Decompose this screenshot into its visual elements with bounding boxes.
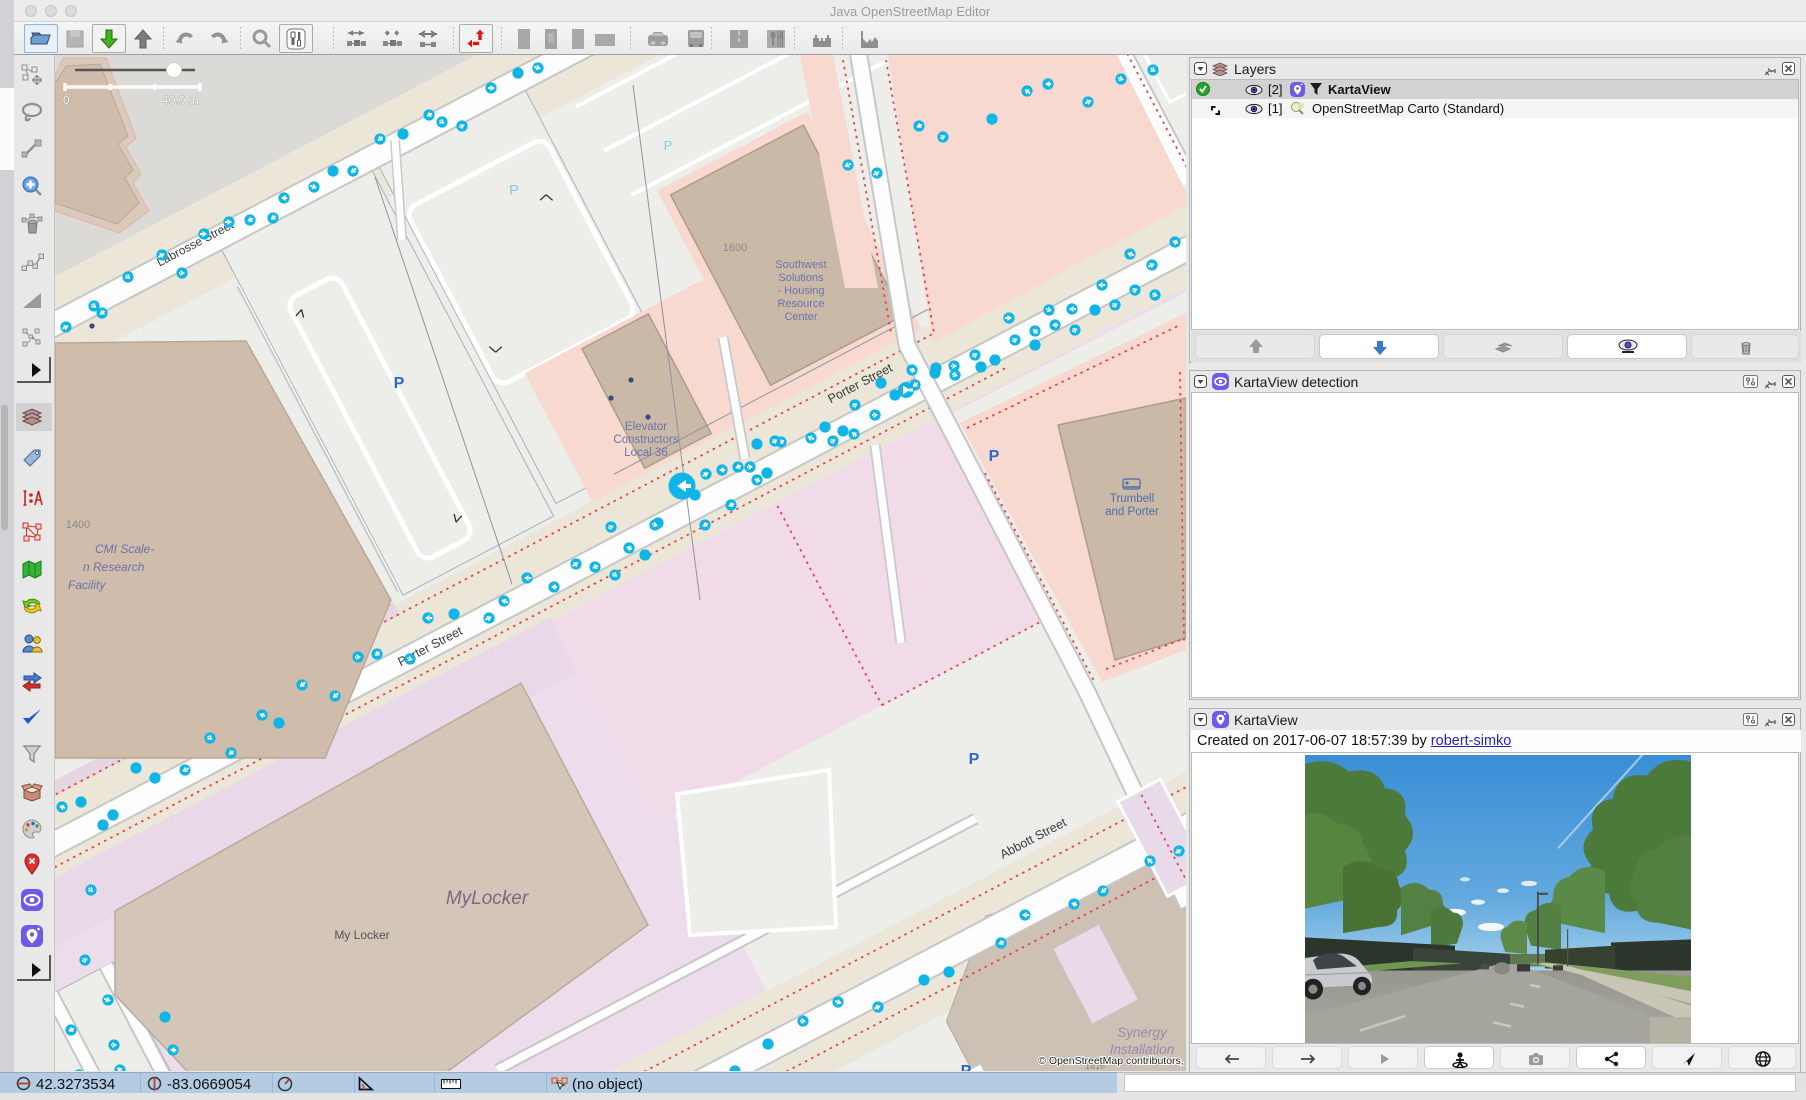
svg-text:P: P bbox=[961, 1063, 972, 1071]
svg-text:CMI Scale-: CMI Scale- bbox=[95, 542, 154, 556]
svg-text:40.0 m: 40.0 m bbox=[162, 93, 199, 107]
svg-text:P: P bbox=[394, 375, 405, 392]
svg-text:MyLocker: MyLocker bbox=[446, 888, 529, 909]
svg-text:Trumbell: Trumbell bbox=[1110, 493, 1154, 505]
svg-text:P: P bbox=[509, 182, 519, 199]
svg-text:Facility: Facility bbox=[68, 578, 106, 592]
svg-text:- Housing: - Housing bbox=[777, 285, 824, 297]
svg-text:Synergy: Synergy bbox=[1117, 1025, 1168, 1040]
svg-text:0: 0 bbox=[63, 93, 70, 107]
svg-text:P: P bbox=[989, 448, 1000, 465]
svg-text:Center: Center bbox=[784, 311, 817, 323]
svg-text:P: P bbox=[969, 751, 980, 768]
svg-text:1600: 1600 bbox=[723, 242, 747, 254]
svg-text:P: P bbox=[664, 138, 673, 153]
svg-text:n Research: n Research bbox=[83, 560, 145, 574]
svg-text:Resource: Resource bbox=[777, 298, 824, 310]
svg-text:and Porter: and Porter bbox=[1105, 506, 1159, 518]
svg-text:1400: 1400 bbox=[66, 519, 90, 531]
svg-text:Southwest: Southwest bbox=[775, 259, 826, 271]
svg-text:Solutions: Solutions bbox=[778, 272, 824, 284]
svg-text:Constructors: Constructors bbox=[613, 434, 678, 446]
svg-text:My Locker: My Locker bbox=[334, 928, 389, 942]
svg-text:Elevator: Elevator bbox=[625, 421, 667, 433]
svg-text:© OpenStreetMap contributors,: © OpenStreetMap contributors, bbox=[1038, 1055, 1183, 1067]
svg-text:Local 36: Local 36 bbox=[624, 447, 667, 459]
